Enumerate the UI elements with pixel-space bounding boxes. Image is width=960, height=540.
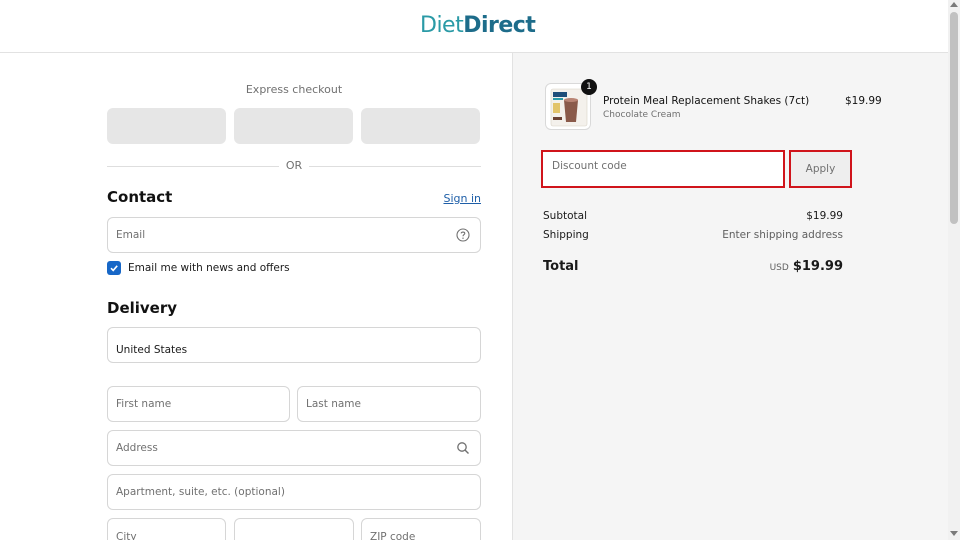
product-variant: Chocolate Cream [603,110,681,120]
order-summary-panel: 1 Protein Meal Replacement Shakes (7ct) … [512,53,948,540]
or-divider: OR [107,159,481,173]
total-amount-group: USD $19.99 [770,255,843,274]
city-placeholder: City [116,531,137,540]
checkmark-icon [110,265,118,272]
address-field[interactable]: Address [107,430,481,466]
apartment-placeholder: Apartment, suite, etc. (optional) [116,486,285,498]
site-header: DietDirect [0,0,948,53]
contact-title: Contact [107,188,173,206]
country-value: United States [116,344,188,356]
quantity-badge: 1 [581,79,597,95]
subtotal-label: Subtotal [543,210,587,222]
last-name-field[interactable]: Last name [297,386,481,422]
discount-code-input[interactable]: Discount code [541,150,785,188]
checkout-form-panel: Express checkout OR Contact Sign in Emai… [0,53,512,540]
product-thumbnail: 1 [545,79,597,130]
email-field[interactable]: Email [107,217,481,253]
express-pay-button-2[interactable] [234,108,353,144]
zip-placeholder: ZIP code [370,531,416,540]
last-name-placeholder: Last name [306,398,361,410]
total-label: Total [543,259,579,274]
currency-code: USD [769,263,789,273]
address-placeholder: Address [116,442,158,454]
news-offers-label: Email me with news and offers [128,262,290,274]
logo-part-diet: Diet [420,13,464,38]
subtotal-value: $19.99 [806,210,843,222]
first-name-placeholder: First name [116,398,172,410]
logo-part-direct: Direct [463,13,536,38]
total-value: $19.99 [792,259,843,274]
subtotal-row: Subtotal $19.99 [543,210,843,222]
search-icon[interactable] [456,441,470,455]
first-name-field[interactable]: First name [107,386,290,422]
apartment-field[interactable]: Apartment, suite, etc. (optional) [107,474,481,510]
total-row: Total USD $19.99 [543,255,843,275]
diet-direct-logo[interactable]: DietDirect [420,13,536,38]
delivery-title: Delivery [107,299,178,317]
apply-discount-button[interactable]: Apply [789,150,852,188]
discount-placeholder: Discount code [552,160,627,172]
page-scrollbar[interactable] [948,0,960,540]
country-select[interactable]: United States [107,327,481,363]
help-icon[interactable] [456,228,470,242]
scrollbar-thumb[interactable] [950,12,958,224]
email-placeholder: Email [116,229,146,241]
express-pay-button-3[interactable] [361,108,480,144]
shipping-label: Shipping [543,229,589,241]
shipping-row: Shipping Enter shipping address [543,229,843,241]
scroll-down-arrow-icon[interactable] [950,531,958,536]
product-price: $19.99 [845,95,882,107]
shipping-value: Enter shipping address [722,229,843,241]
state-select[interactable] [234,518,354,540]
cart-line-item: 1 Protein Meal Replacement Shakes (7ct) … [545,79,882,131]
zip-field[interactable]: ZIP code [361,518,481,540]
express-checkout-label: Express checkout [245,83,343,96]
product-name: Protein Meal Replacement Shakes (7ct) [603,95,810,107]
express-pay-button-1[interactable] [107,108,226,144]
divider-line-right [309,166,481,167]
news-offers-option[interactable]: Email me with news and offers [107,260,290,276]
city-field[interactable]: City [107,518,226,540]
sign-in-link[interactable]: Sign in [440,192,481,205]
scroll-up-arrow-icon[interactable] [950,2,958,7]
news-offers-checkbox[interactable] [107,261,121,275]
